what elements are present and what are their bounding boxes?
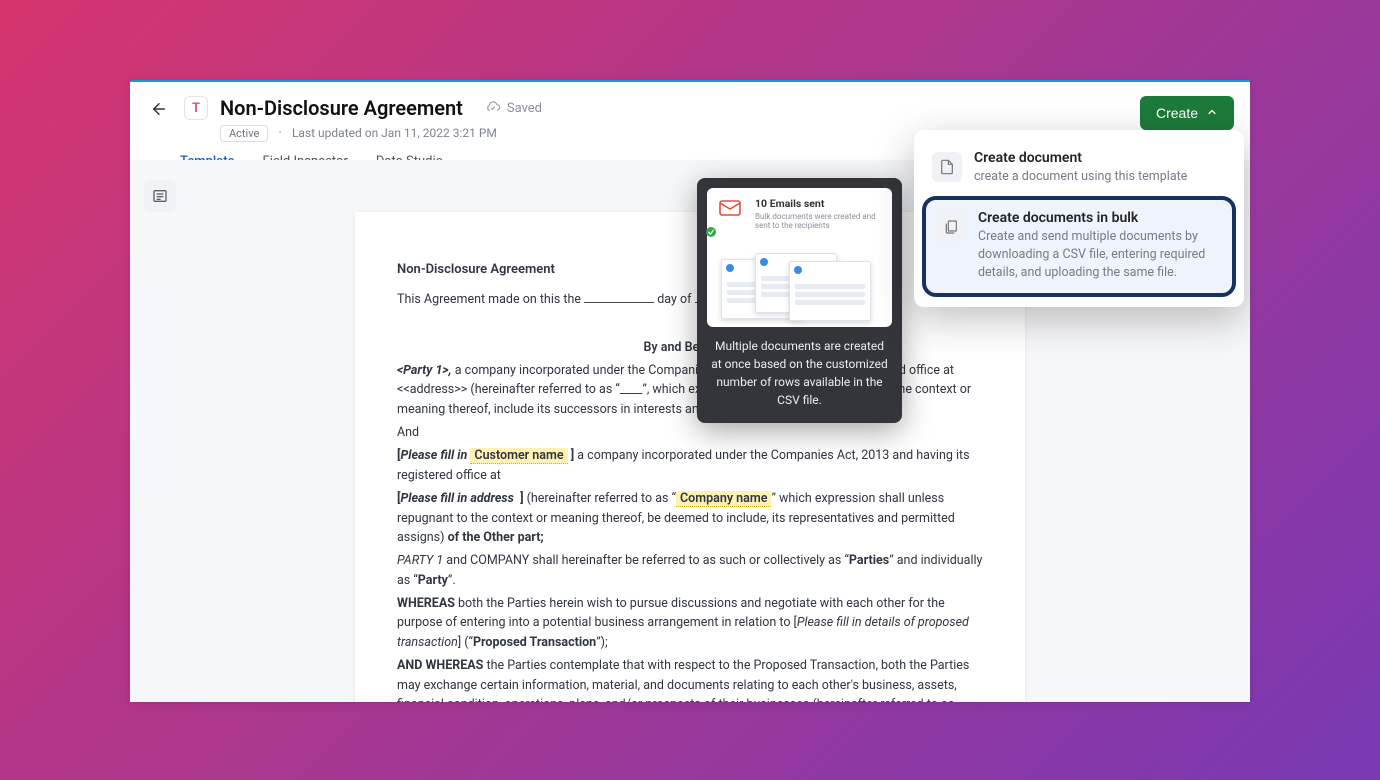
- envelope-icon: [715, 196, 745, 243]
- create-button[interactable]: Create: [1140, 96, 1234, 130]
- arrow-left-icon: [150, 100, 168, 118]
- cloud-saved-icon: [485, 100, 501, 116]
- chevron-up-icon: [1206, 105, 1218, 121]
- back-button[interactable]: [146, 96, 172, 122]
- field-company-name[interactable]: Company name: [676, 491, 771, 507]
- menu-title: Create document: [974, 150, 1187, 166]
- menu-desc: create a document using this template: [974, 168, 1187, 186]
- last-updated: Last updated on Jan 11, 2022 3:21 PM: [292, 126, 497, 140]
- document-icon: [932, 152, 962, 182]
- field-customer-name[interactable]: Customer name: [470, 448, 567, 464]
- tooltip-text: Multiple documents are created at once b…: [707, 337, 892, 409]
- menu-create-document[interactable]: Create document create a document using …: [922, 140, 1236, 196]
- menu-desc: Create and send multiple documents by do…: [978, 228, 1222, 282]
- page-title: Non-Disclosure Agreement: [220, 96, 463, 120]
- create-menu: Create document create a document using …: [914, 130, 1244, 307]
- outline-toggle[interactable]: [144, 180, 176, 212]
- menu-create-documents-bulk[interactable]: Create documents in bulk Create and send…: [922, 196, 1236, 296]
- list-icon: [152, 188, 168, 204]
- app-window: PUBLISHED TEMPLATE T Non-Disclosure Agre…: [130, 80, 1250, 702]
- status-badge: Active: [220, 125, 268, 142]
- tooltip-preview: 10 Emails sent Bulk documents were creat…: [707, 188, 892, 327]
- bulk-tooltip: 10 Emails sent Bulk documents were creat…: [697, 178, 902, 423]
- saved-indicator: Saved: [485, 100, 542, 116]
- documents-stack-icon: [936, 212, 966, 242]
- template-type-badge: T: [184, 96, 208, 120]
- menu-title: Create documents in bulk: [978, 210, 1222, 226]
